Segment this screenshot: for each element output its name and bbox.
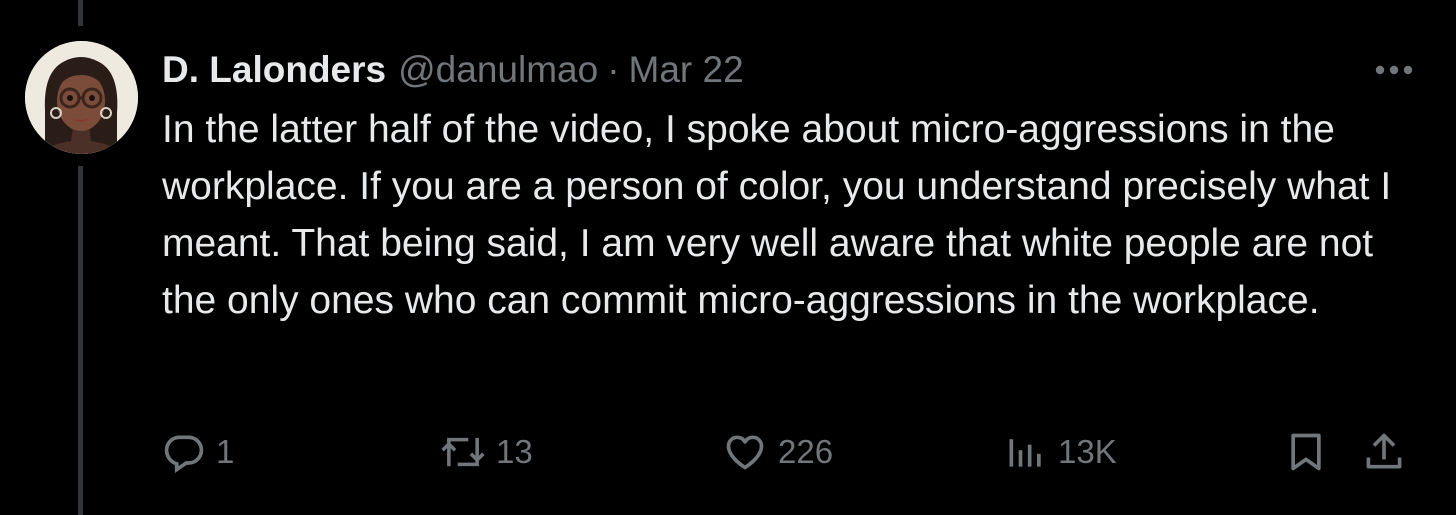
user-handle[interactable]: @danulmao bbox=[398, 49, 598, 91]
tweet-text: In the latter half of the video, I spoke… bbox=[162, 108, 1392, 322]
action-bar: 1 13 226 13K bbox=[162, 424, 1422, 480]
views-icon bbox=[1009, 439, 1041, 467]
reply-count: 1 bbox=[216, 433, 235, 470]
bookmark-button[interactable] bbox=[1284, 424, 1328, 480]
thread-line bbox=[78, 166, 83, 515]
heart-icon bbox=[726, 435, 764, 470]
share-button[interactable] bbox=[1362, 424, 1406, 480]
retweet-count: 13 bbox=[496, 433, 533, 470]
reply-icon bbox=[164, 435, 204, 474]
tweet-date[interactable]: Mar 22 bbox=[629, 49, 744, 91]
avatar-illustration bbox=[25, 41, 138, 154]
display-name[interactable]: D. Lalonders bbox=[162, 49, 386, 91]
reply-button[interactable]: 1 bbox=[162, 424, 234, 480]
separator-dot: · bbox=[607, 49, 620, 90]
views-count: 13K bbox=[1058, 433, 1117, 470]
retweet-button[interactable]: 13 bbox=[440, 424, 533, 480]
share-icon bbox=[1366, 433, 1402, 469]
bookmark-icon bbox=[1291, 433, 1321, 471]
like-button[interactable]: 226 bbox=[722, 424, 833, 480]
more-icon bbox=[1375, 65, 1413, 75]
tweet-header: D. Lalonders @danulmao · Mar 22 bbox=[162, 46, 744, 94]
thread-line bbox=[78, 0, 83, 26]
like-count: 226 bbox=[778, 433, 834, 470]
retweet-icon bbox=[441, 437, 485, 467]
views-button[interactable]: 13K bbox=[1004, 424, 1117, 480]
tweet: D. Lalonders @danulmao · Mar 22 In the l… bbox=[0, 0, 1456, 515]
more-options-button[interactable] bbox=[1370, 50, 1418, 90]
avatar[interactable] bbox=[25, 41, 138, 154]
